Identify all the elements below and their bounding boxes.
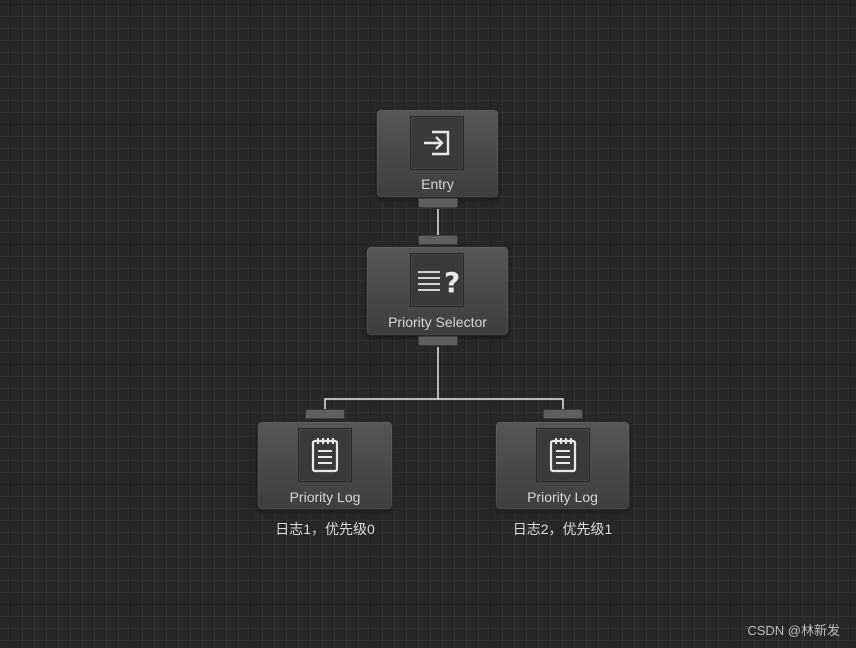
entry-node[interactable]: Entry <box>376 109 499 198</box>
notepad-icon <box>311 438 339 473</box>
priority-log-node-1[interactable]: Priority Log <box>257 421 393 510</box>
entry-icon-box <box>410 116 464 170</box>
node-title: Entry <box>421 176 454 192</box>
entry-arrow-icon <box>424 130 450 156</box>
log2-icon-box <box>536 428 590 482</box>
selector-output-port[interactable] <box>418 336 458 346</box>
watermark: CSDN @林新发 <box>747 623 840 638</box>
wire-selector-log1 <box>324 347 439 409</box>
node-title: Priority Selector <box>388 314 487 330</box>
wire-selector-log2 <box>438 398 564 409</box>
priority-log-node-2[interactable]: Priority Log <box>495 421 630 510</box>
node-comment-log2: 日志2，优先级1 <box>512 521 613 537</box>
selector-input-port[interactable] <box>418 235 458 245</box>
log2-input-port[interactable] <box>543 409 583 419</box>
svg-text:?: ? <box>444 266 459 297</box>
node-title: Priority Log <box>289 489 361 505</box>
behavior-tree-canvas[interactable]: Entry ? Priority Selector Priority Log 日… <box>0 0 856 648</box>
notepad-icon <box>549 438 577 473</box>
node-comment-log1: 日志1，优先级0 <box>275 521 375 537</box>
priority-selector-node[interactable]: ? Priority Selector <box>366 246 509 336</box>
log1-icon-box <box>298 428 352 482</box>
node-title: Priority Log <box>527 489 598 505</box>
entry-output-port[interactable] <box>418 198 458 208</box>
selector-icon-box: ? <box>410 253 464 307</box>
log1-input-port[interactable] <box>305 409 345 419</box>
priority-selector-icon: ? <box>418 266 459 297</box>
